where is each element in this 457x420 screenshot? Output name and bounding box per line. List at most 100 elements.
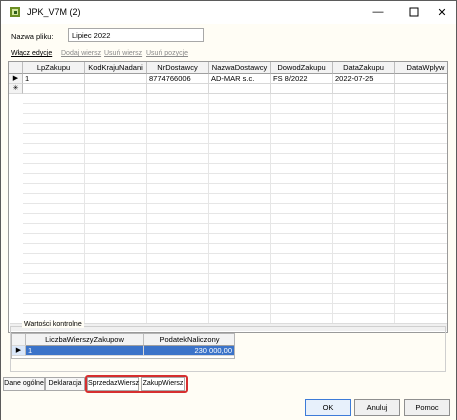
- empty-grid-cell: [23, 284, 85, 294]
- empty-grid-cell: [209, 164, 271, 174]
- empty-grid-cell: [23, 224, 85, 234]
- empty-cell[interactable]: [23, 84, 85, 94]
- empty-grid-cell: [395, 174, 447, 184]
- cell-date[interactable]: 2022-07-25: [333, 74, 395, 84]
- empty-grid-cell: [147, 234, 209, 244]
- add-row-link[interactable]: Dodaj wiersz: [61, 50, 101, 57]
- empty-grid-cell: [23, 204, 85, 214]
- empty-grid-cell: [85, 214, 147, 224]
- column-header[interactable]: DataWplyw: [395, 62, 447, 74]
- empty-grid-cell: [23, 234, 85, 244]
- column-header[interactable]: PodatekNaliczony: [144, 334, 234, 346]
- empty-cell[interactable]: [271, 84, 333, 94]
- empty-grid-cell: [147, 214, 209, 224]
- empty-grid-cell: [209, 144, 271, 154]
- column-header[interactable]: LpZakupu: [23, 62, 85, 74]
- empty-grid-cell: [209, 114, 271, 124]
- empty-grid-cell: [147, 94, 209, 104]
- empty-grid-cell: [23, 214, 85, 224]
- minimize-icon[interactable]: —: [363, 1, 393, 23]
- filename-label: Nazwa pliku:: [11, 32, 54, 41]
- title-bar[interactable]: JPK_V7M (2) — ✕: [1, 1, 456, 24]
- empty-grid-cell: [271, 284, 333, 294]
- empty-cell[interactable]: [85, 84, 147, 94]
- empty-grid-cell: [147, 284, 209, 294]
- delete-item-link[interactable]: Usuń pozycje: [146, 50, 188, 57]
- column-header[interactable]: DowodZakupu: [271, 62, 333, 74]
- empty-grid-cell: [23, 164, 85, 174]
- cell-row-count[interactable]: 1: [26, 346, 144, 356]
- empty-grid-cell: [395, 144, 447, 154]
- empty-grid-cell: [23, 254, 85, 264]
- cell-supplier-nip[interactable]: 8774766006: [147, 74, 209, 84]
- cell-receipt-date[interactable]: [395, 74, 447, 84]
- empty-grid-cell: [209, 214, 271, 224]
- column-header[interactable]: NrDostawcy: [147, 62, 209, 74]
- current-row-marker: ▶: [9, 74, 23, 84]
- empty-grid-cell: [23, 154, 85, 164]
- empty-grid-cell: [209, 204, 271, 214]
- empty-grid-cell: [333, 284, 395, 294]
- empty-grid-cell: [395, 304, 447, 314]
- empty-grid-cell: [147, 134, 209, 144]
- empty-grid-cell: [271, 164, 333, 174]
- empty-grid-cell: [395, 284, 447, 294]
- tab-general[interactable]: Dane ogólne: [3, 377, 45, 391]
- summary-grid[interactable]: LiczbaWierszyZakupow PodatekNaliczony ▶ …: [11, 333, 235, 359]
- empty-grid-cell: [271, 204, 333, 214]
- empty-grid-cell: [271, 154, 333, 164]
- close-icon[interactable]: ✕: [427, 1, 457, 23]
- empty-grid-cell: [395, 104, 447, 114]
- column-header[interactable]: LiczbaWierszyZakupow: [26, 334, 144, 346]
- empty-grid-cell: [85, 234, 147, 244]
- empty-cell[interactable]: [395, 84, 447, 94]
- filename-input[interactable]: Lipiec 2022: [68, 28, 204, 42]
- column-header[interactable]: DataZakupu: [333, 62, 395, 74]
- cancel-button[interactable]: Anuluj: [354, 399, 400, 416]
- purchase-grid[interactable]: LpZakupu KodKrajuNadani NrDostawcy Nazwa…: [8, 61, 448, 333]
- empty-grid-cell: [333, 294, 395, 304]
- help-button[interactable]: Pomoc: [404, 399, 450, 416]
- empty-grid-cell: [271, 194, 333, 204]
- cell-document[interactable]: FS 8/2022: [271, 74, 333, 84]
- column-header[interactable]: KodKrajuNadani: [85, 62, 147, 74]
- ok-button[interactable]: OK: [305, 399, 351, 416]
- enable-edit-link[interactable]: Włącz edycje: [11, 50, 52, 57]
- delete-row-link[interactable]: Usuń wiersz: [104, 50, 142, 57]
- empty-grid-cell: [271, 94, 333, 104]
- cell-country[interactable]: [85, 74, 147, 84]
- tab-declaration[interactable]: Deklaracja: [45, 377, 85, 391]
- empty-grid-cell: [333, 254, 395, 264]
- column-header[interactable]: NazwaDostawcy: [209, 62, 271, 74]
- empty-grid-cell: [271, 214, 333, 224]
- empty-grid-cell: [23, 184, 85, 194]
- empty-grid-cell: [209, 224, 271, 234]
- empty-grid-cell: [85, 264, 147, 274]
- empty-grid-cell: [395, 194, 447, 204]
- empty-grid-cell: [333, 204, 395, 214]
- cell-input-tax[interactable]: 230 000,00: [144, 346, 234, 356]
- empty-grid-cell: [333, 224, 395, 234]
- empty-grid-cell: [147, 204, 209, 214]
- empty-grid-cell: [209, 194, 271, 204]
- empty-grid-cell: [395, 94, 447, 104]
- empty-grid-cell: [147, 294, 209, 304]
- empty-cell[interactable]: [209, 84, 271, 94]
- empty-grid-cell: [333, 264, 395, 274]
- empty-grid-cell: [147, 114, 209, 124]
- empty-grid-cell: [395, 224, 447, 234]
- cell-lp[interactable]: 1: [23, 74, 85, 84]
- empty-grid-cell: [147, 274, 209, 284]
- cell-supplier-name[interactable]: AD-MAR s.c.: [209, 74, 271, 84]
- empty-grid-cell: [271, 304, 333, 314]
- empty-grid-cell: [271, 264, 333, 274]
- maximize-icon[interactable]: [399, 1, 429, 23]
- empty-grid-cell: [395, 164, 447, 174]
- empty-grid-cell: [85, 244, 147, 254]
- empty-grid-cell: [271, 274, 333, 284]
- empty-cell[interactable]: [333, 84, 395, 94]
- empty-grid-cell: [395, 214, 447, 224]
- empty-cell[interactable]: [147, 84, 209, 94]
- empty-grid-cell: [23, 124, 85, 134]
- highlight-box: [85, 375, 188, 393]
